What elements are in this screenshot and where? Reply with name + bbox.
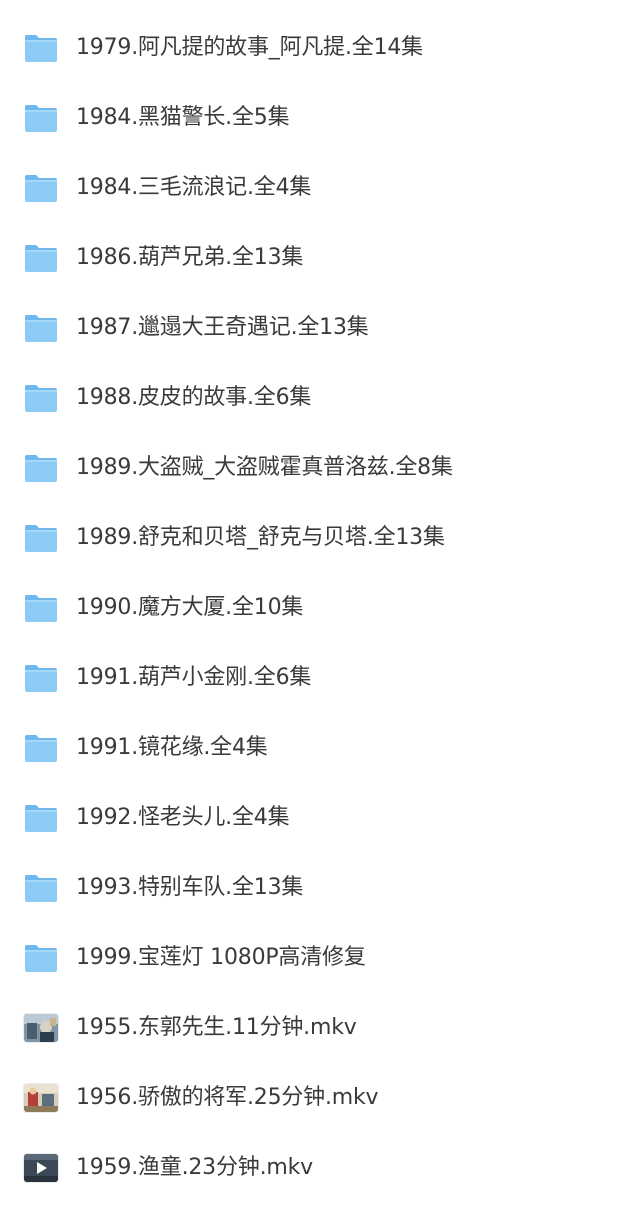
folder-icon xyxy=(24,453,58,483)
video-thumbnail-icon xyxy=(24,1014,58,1042)
list-item[interactable]: 1989.大盗贼_大盗贼霍真普洛兹.全8集 xyxy=(0,446,600,490)
item-name: 1990.魔方大厦.全10集 xyxy=(76,595,304,620)
list-item[interactable]: 1955.东郭先生.11分钟.mkv xyxy=(0,1006,600,1050)
video-thumbnail-icon xyxy=(24,1154,58,1182)
list-item[interactable]: 1984.黑猫警长.全5集 xyxy=(0,96,600,140)
folder-icon xyxy=(24,733,58,763)
list-item[interactable]: 1986.葫芦兄弟.全13集 xyxy=(0,236,600,280)
list-item[interactable]: 1988.皮皮的故事.全6集 xyxy=(0,376,600,420)
folder-icon xyxy=(24,383,58,413)
folder-icon xyxy=(24,313,58,343)
file-list: 1979.阿凡提的故事_阿凡提.全14集 1984.黑猫警长.全5集 1984.… xyxy=(0,0,620,1212)
list-item[interactable]: 1991.葫芦小金刚.全6集 xyxy=(0,656,600,700)
item-name: 1984.三毛流浪记.全4集 xyxy=(76,175,312,200)
item-name: 1999.宝莲灯 1080P高清修复 xyxy=(76,945,366,970)
list-item[interactable]: 1959.渔童.23分钟.mkv xyxy=(0,1146,600,1190)
item-name: 1991.镜花缘.全4集 xyxy=(76,735,268,760)
list-item[interactable]: 1992.怪老头儿.全4集 xyxy=(0,796,600,840)
folder-icon xyxy=(24,803,58,833)
item-name: 1989.大盗贼_大盗贼霍真普洛兹.全8集 xyxy=(76,455,453,480)
item-name: 1955.东郭先生.11分钟.mkv xyxy=(76,1015,357,1040)
item-name: 1984.黑猫警长.全5集 xyxy=(76,105,290,130)
list-item[interactable]: 1956.骄傲的将军.25分钟.mkv xyxy=(0,1076,600,1120)
list-item[interactable]: 1987.邋遢大王奇遇记.全13集 xyxy=(0,306,600,350)
list-item[interactable]: 1984.三毛流浪记.全4集 xyxy=(0,166,600,210)
folder-icon xyxy=(24,243,58,273)
item-name: 1959.渔童.23分钟.mkv xyxy=(76,1155,313,1180)
folder-icon xyxy=(24,33,58,63)
item-name: 1956.骄傲的将军.25分钟.mkv xyxy=(76,1085,379,1110)
item-name: 1993.特别车队.全13集 xyxy=(76,875,304,900)
item-name: 1992.怪老头儿.全4集 xyxy=(76,805,290,830)
item-name: 1986.葫芦兄弟.全13集 xyxy=(76,245,304,270)
list-item[interactable]: 1979.阿凡提的故事_阿凡提.全14集 xyxy=(0,26,600,70)
folder-icon xyxy=(24,523,58,553)
folder-icon xyxy=(24,173,58,203)
folder-icon xyxy=(24,593,58,623)
item-name: 1989.舒克和贝塔_舒克与贝塔.全13集 xyxy=(76,525,445,550)
item-name: 1987.邋遢大王奇遇记.全13集 xyxy=(76,315,369,340)
item-name: 1988.皮皮的故事.全6集 xyxy=(76,385,312,410)
item-name: 1979.阿凡提的故事_阿凡提.全14集 xyxy=(76,35,423,60)
folder-icon xyxy=(24,873,58,903)
folder-icon xyxy=(24,943,58,973)
list-item[interactable]: 1989.舒克和贝塔_舒克与贝塔.全13集 xyxy=(0,516,600,560)
folder-icon xyxy=(24,663,58,693)
video-thumbnail-icon xyxy=(24,1084,58,1112)
folder-icon xyxy=(24,103,58,133)
item-name: 1991.葫芦小金刚.全6集 xyxy=(76,665,312,690)
list-item[interactable]: 1993.特别车队.全13集 xyxy=(0,866,600,910)
list-item[interactable]: 1999.宝莲灯 1080P高清修复 xyxy=(0,936,600,980)
list-item[interactable]: 1990.魔方大厦.全10集 xyxy=(0,586,600,630)
list-item[interactable]: 1991.镜花缘.全4集 xyxy=(0,726,600,770)
